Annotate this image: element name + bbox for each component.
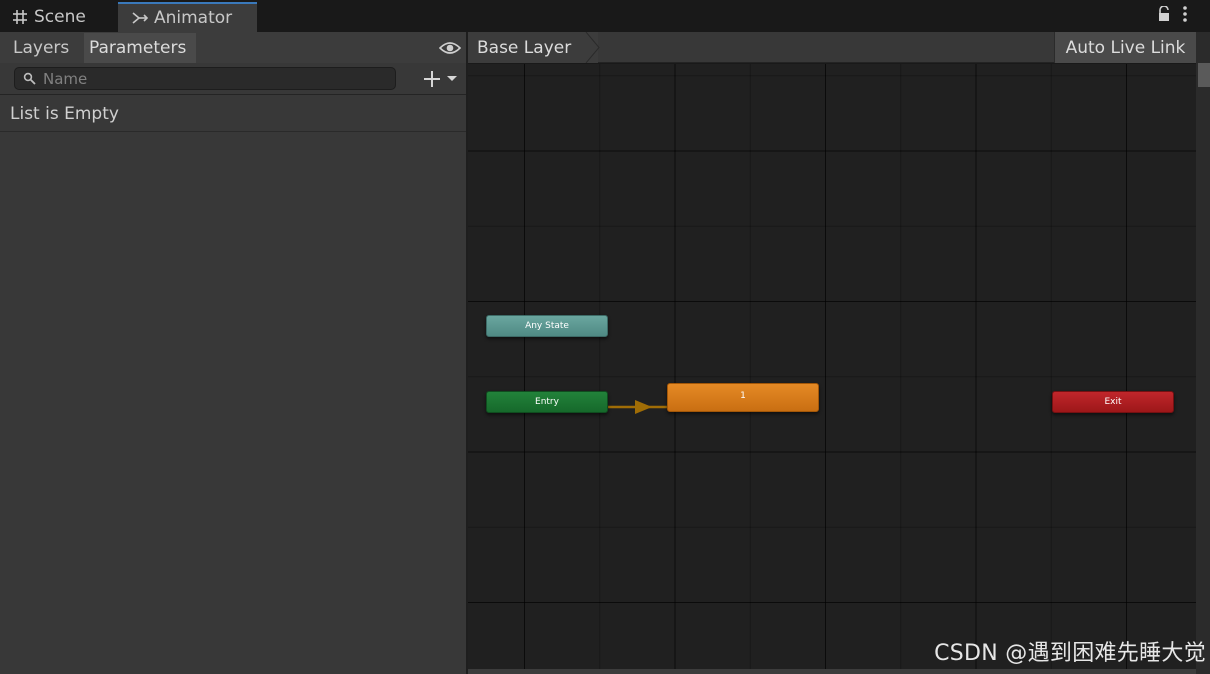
plus-dropdown-icon[interactable] [422,69,462,89]
search-icon [23,72,37,86]
exit-label: Exit [1104,397,1122,407]
eye-icon[interactable] [438,40,462,59]
breadcrumb[interactable]: Base Layer [468,32,598,63]
default-state-node[interactable]: 1 [667,383,819,412]
watermark: CSDN @遇到困难先睡大觉 [934,641,1206,666]
scrollbar-thumb[interactable] [1198,63,1210,87]
window-icons [1157,5,1187,26]
tab-scene-label: Scene [34,7,86,27]
search-box [14,67,396,90]
exit-node[interactable]: Exit [1052,391,1174,413]
state-machine-canvas[interactable]: Any State Entry 1 Exit [468,64,1196,670]
default-state-label: 1 [740,391,746,401]
animator-branch-icon [131,9,149,27]
panel-tab-strip: Layers Parameters [0,32,466,63]
any-state-label: Any State [525,321,569,331]
graph-toolbar: Base Layer Auto Live Link [468,32,1198,63]
transition-layer [608,400,667,414]
search-input[interactable] [43,69,373,88]
entry-node[interactable]: Entry [486,391,608,413]
kebab-menu-icon[interactable] [1183,6,1187,26]
breadcrumb-label: Base Layer [477,37,572,58]
entry-label: Entry [535,397,559,407]
lock-icon[interactable] [1157,5,1171,26]
tab-animator-label: Animator [154,8,233,28]
any-state-node[interactable]: Any State [486,315,608,337]
vertical-scrollbar[interactable] [1196,32,1210,674]
parameter-search-row [0,63,466,95]
tab-layers[interactable]: Layers [8,33,74,63]
tab-animator[interactable]: Animator [118,2,257,32]
auto-live-link-button[interactable]: Auto Live Link [1054,32,1196,63]
window-tab-bar: Scene Animator [0,0,1210,32]
breadcrumb-arrow [584,32,600,63]
transition-arrow-icon [635,400,652,414]
tab-scene[interactable]: Scene [0,2,116,32]
tab-parameters[interactable]: Parameters [84,33,196,63]
empty-list-message: List is Empty [0,96,466,132]
grid-hash-icon [11,8,29,26]
parameters-panel: Layers Parameters List is Empty [0,32,466,674]
canvas-bottom-edge [468,669,1196,674]
